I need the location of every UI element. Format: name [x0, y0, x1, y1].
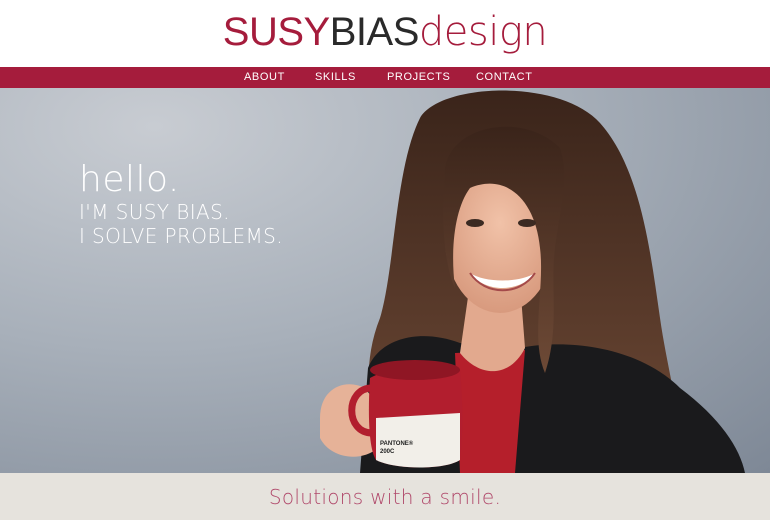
tagline: Solutions with a smile.: [268, 485, 502, 509]
site-logo[interactable]: SUSYBIASdesign: [0, 6, 770, 58]
logo-bias: BIAS: [329, 10, 420, 54]
logo-design: design: [418, 9, 548, 55]
mug-label-code: 200C: [380, 449, 395, 455]
site-header: SUSYBIASdesign: [0, 0, 770, 67]
hero-line-1: I'M SUSY BIAS.: [79, 200, 230, 224]
mug-label: PANTONE® 200C: [380, 440, 413, 456]
mug-label-brand: PANTONE®: [380, 441, 414, 447]
tagline-band: Solutions with a smile.: [0, 473, 770, 520]
nav-contact[interactable]: CONTACT: [476, 67, 533, 88]
hero-text: hello. I'M SUSY BIAS. I SOLVE PROBLEMS.: [79, 159, 283, 249]
hero-photo: [320, 90, 745, 473]
hero-greeting: hello.: [79, 159, 180, 200]
hero-line-2: I SOLVE PROBLEMS.: [79, 224, 283, 248]
hero-banner: hello. I'M SUSY BIAS. I SOLVE PROBLEMS. …: [0, 88, 770, 473]
logo-susy: SUSY: [222, 10, 330, 54]
nav-about[interactable]: ABOUT: [244, 67, 285, 88]
main-nav: ABOUT SKILLS PROJECTS CONTACT: [0, 67, 770, 88]
nav-skills[interactable]: SKILLS: [315, 67, 356, 88]
nav-projects[interactable]: PROJECTS: [387, 67, 450, 88]
